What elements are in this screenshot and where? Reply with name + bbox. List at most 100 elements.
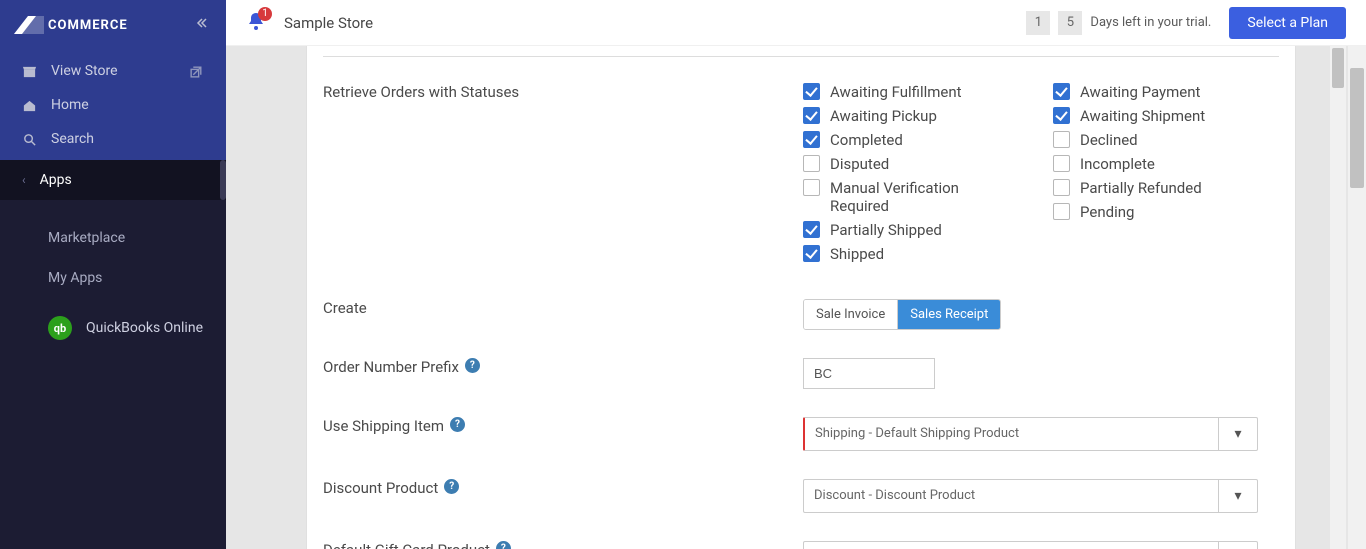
help-icon[interactable]: ? xyxy=(496,541,511,549)
status-checkbox-awaiting-payment[interactable]: Awaiting Payment xyxy=(1053,83,1263,101)
checkbox-icon xyxy=(1053,83,1070,100)
main-area: Retrieve Orders with Statuses Awaiting F… xyxy=(226,46,1366,549)
brand-text: COMMERCE xyxy=(48,18,128,33)
inner-scroll-track[interactable] xyxy=(1330,46,1346,549)
nav-label: View Store xyxy=(51,63,118,79)
checkbox-label: Partially Shipped xyxy=(830,221,942,239)
checkbox-label: Manual Verification Required xyxy=(830,179,990,215)
label-giftcard: Default Gift Card Product xyxy=(323,541,490,549)
status-checkbox-awaiting-pickup[interactable]: Awaiting Pickup xyxy=(803,107,1013,125)
checkbox-icon xyxy=(803,131,820,148)
logo-row: COMMERCE xyxy=(0,0,226,54)
quickbooks-icon: qb xyxy=(48,316,72,340)
checkbox-icon xyxy=(803,107,820,124)
status-checkbox-awaiting-fulfillment[interactable]: Awaiting Fulfillment xyxy=(803,83,1013,101)
store-icon xyxy=(22,64,37,79)
checkbox-icon xyxy=(803,179,820,196)
status-checkbox-disputed[interactable]: Disputed xyxy=(803,155,1013,173)
trial-day-2: 5 xyxy=(1058,11,1082,35)
status-checkbox-partially-shipped[interactable]: Partially Shipped xyxy=(803,221,1013,239)
back-chevron-icon[interactable]: ‹ xyxy=(22,173,26,187)
sidebar-subitems: Marketplace My Apps qb QuickBooks Online xyxy=(0,200,226,348)
statuses-column-1: Awaiting Fulfillment Awaiting Pickup Compl… xyxy=(803,83,1013,263)
checkbox-label: Completed xyxy=(830,131,903,149)
collapse-sidebar-icon[interactable] xyxy=(194,16,208,34)
status-checkbox-declined[interactable]: Declined xyxy=(1053,131,1263,149)
select-plan-button[interactable]: Select a Plan xyxy=(1229,7,1346,39)
section-label: Apps xyxy=(40,172,72,188)
external-link-icon xyxy=(189,64,204,79)
outer-scroll-thumb[interactable] xyxy=(1350,68,1364,188)
trial-text: Days left in your trial. xyxy=(1090,15,1211,30)
checkbox-icon xyxy=(1053,155,1070,172)
row-discount: Discount Product ? Discount - Discount P… xyxy=(323,471,1279,521)
label-retrieve: Retrieve Orders with Statuses xyxy=(323,83,803,263)
nav-label: Search xyxy=(51,131,94,147)
checkbox-label: Awaiting Pickup xyxy=(830,107,937,125)
help-icon[interactable]: ? xyxy=(450,417,465,432)
row-retrieve-statuses: Retrieve Orders with Statuses Awaiting F… xyxy=(323,75,1279,271)
brand-logo[interactable]: COMMERCE xyxy=(14,16,128,34)
checkbox-icon xyxy=(803,245,820,262)
checkbox-icon xyxy=(803,155,820,172)
nav-search[interactable]: Search xyxy=(0,122,226,156)
nav-label: Home xyxy=(51,97,89,113)
help-icon[interactable]: ? xyxy=(465,358,480,373)
label-create: Create xyxy=(323,299,803,330)
prefix-input[interactable] xyxy=(803,358,935,389)
status-checkbox-shipped[interactable]: Shipped xyxy=(803,245,1013,263)
row-giftcard: Default Gift Card Product ? GiftCard - G… xyxy=(323,533,1279,549)
checkbox-icon xyxy=(803,221,820,238)
checkbox-icon xyxy=(1053,203,1070,220)
home-icon xyxy=(22,98,37,113)
nav-view-store[interactable]: View Store xyxy=(0,54,226,88)
checkbox-icon xyxy=(1053,179,1070,196)
giftcard-select[interactable]: GiftCard - Gift Card ▾ xyxy=(803,541,1258,549)
store-name: Sample Store xyxy=(284,14,373,32)
search-icon xyxy=(22,132,37,147)
app-label: QuickBooks Online xyxy=(86,320,203,336)
label-shipping: Use Shipping Item xyxy=(323,417,444,435)
sidebar-top: COMMERCE View Store Home Search xyxy=(0,0,226,160)
sidebar-item-marketplace[interactable]: Marketplace xyxy=(0,218,226,258)
checkbox-icon xyxy=(1053,131,1070,148)
chevron-down-icon: ▾ xyxy=(1219,418,1257,450)
checkbox-label: Awaiting Shipment xyxy=(1080,107,1205,125)
status-checkbox-partially-refunded[interactable]: Partially Refunded xyxy=(1053,179,1263,197)
select-value: Shipping - Default Shipping Product xyxy=(805,418,1219,450)
checkbox-label: Awaiting Fulfillment xyxy=(830,83,962,101)
status-checkbox-completed[interactable]: Completed xyxy=(803,131,1013,149)
notifications-button[interactable]: 1 xyxy=(246,11,266,35)
select-value: GiftCard - Gift Card xyxy=(804,542,1219,549)
label-discount: Discount Product xyxy=(323,479,438,497)
checkbox-label: Incomplete xyxy=(1080,155,1155,173)
discount-select[interactable]: Discount - Discount Product ▾ xyxy=(803,479,1258,513)
nav-home[interactable]: Home xyxy=(0,88,226,122)
label-prefix: Order Number Prefix xyxy=(323,358,459,376)
statuses-column-2: Awaiting Payment Awaiting Shipment Decline… xyxy=(1053,83,1263,263)
create-option-sales-receipt[interactable]: Sales Receipt xyxy=(897,300,1000,329)
status-checkbox-incomplete[interactable]: Incomplete xyxy=(1053,155,1263,173)
select-value: Discount - Discount Product xyxy=(804,480,1219,512)
sidebar-section-apps[interactable]: ‹ Apps xyxy=(0,160,226,200)
help-icon[interactable]: ? xyxy=(444,479,459,494)
notification-badge: 1 xyxy=(258,7,272,21)
checkbox-label: Partially Refunded xyxy=(1080,179,1202,197)
topbar: 1 Sample Store 1 5 Days left in your tri… xyxy=(226,0,1366,46)
checkbox-label: Declined xyxy=(1080,131,1138,149)
status-checkbox-pending[interactable]: Pending xyxy=(1053,203,1263,221)
sidebar-app-quickbooks[interactable]: qb QuickBooks Online xyxy=(0,298,226,340)
inner-scroll-thumb[interactable] xyxy=(1332,48,1344,88)
status-checkbox-manual-verification-required[interactable]: Manual Verification Required xyxy=(803,179,1013,215)
shipping-select[interactable]: Shipping - Default Shipping Product ▾ xyxy=(803,417,1258,451)
trial-info: 1 5 Days left in your trial. xyxy=(1026,11,1211,35)
chevron-down-icon: ▾ xyxy=(1219,480,1257,512)
status-checkbox-awaiting-shipment[interactable]: Awaiting Shipment xyxy=(1053,107,1263,125)
checkbox-label: Shipped xyxy=(830,245,884,263)
create-button-group: Sale InvoiceSales Receipt xyxy=(803,299,1001,330)
trial-day-1: 1 xyxy=(1026,11,1050,35)
sidebar-item-my-apps[interactable]: My Apps xyxy=(0,258,226,298)
checkbox-icon xyxy=(1053,107,1070,124)
logo-mark-icon xyxy=(14,16,44,34)
create-option-sale-invoice[interactable]: Sale Invoice xyxy=(804,300,897,329)
